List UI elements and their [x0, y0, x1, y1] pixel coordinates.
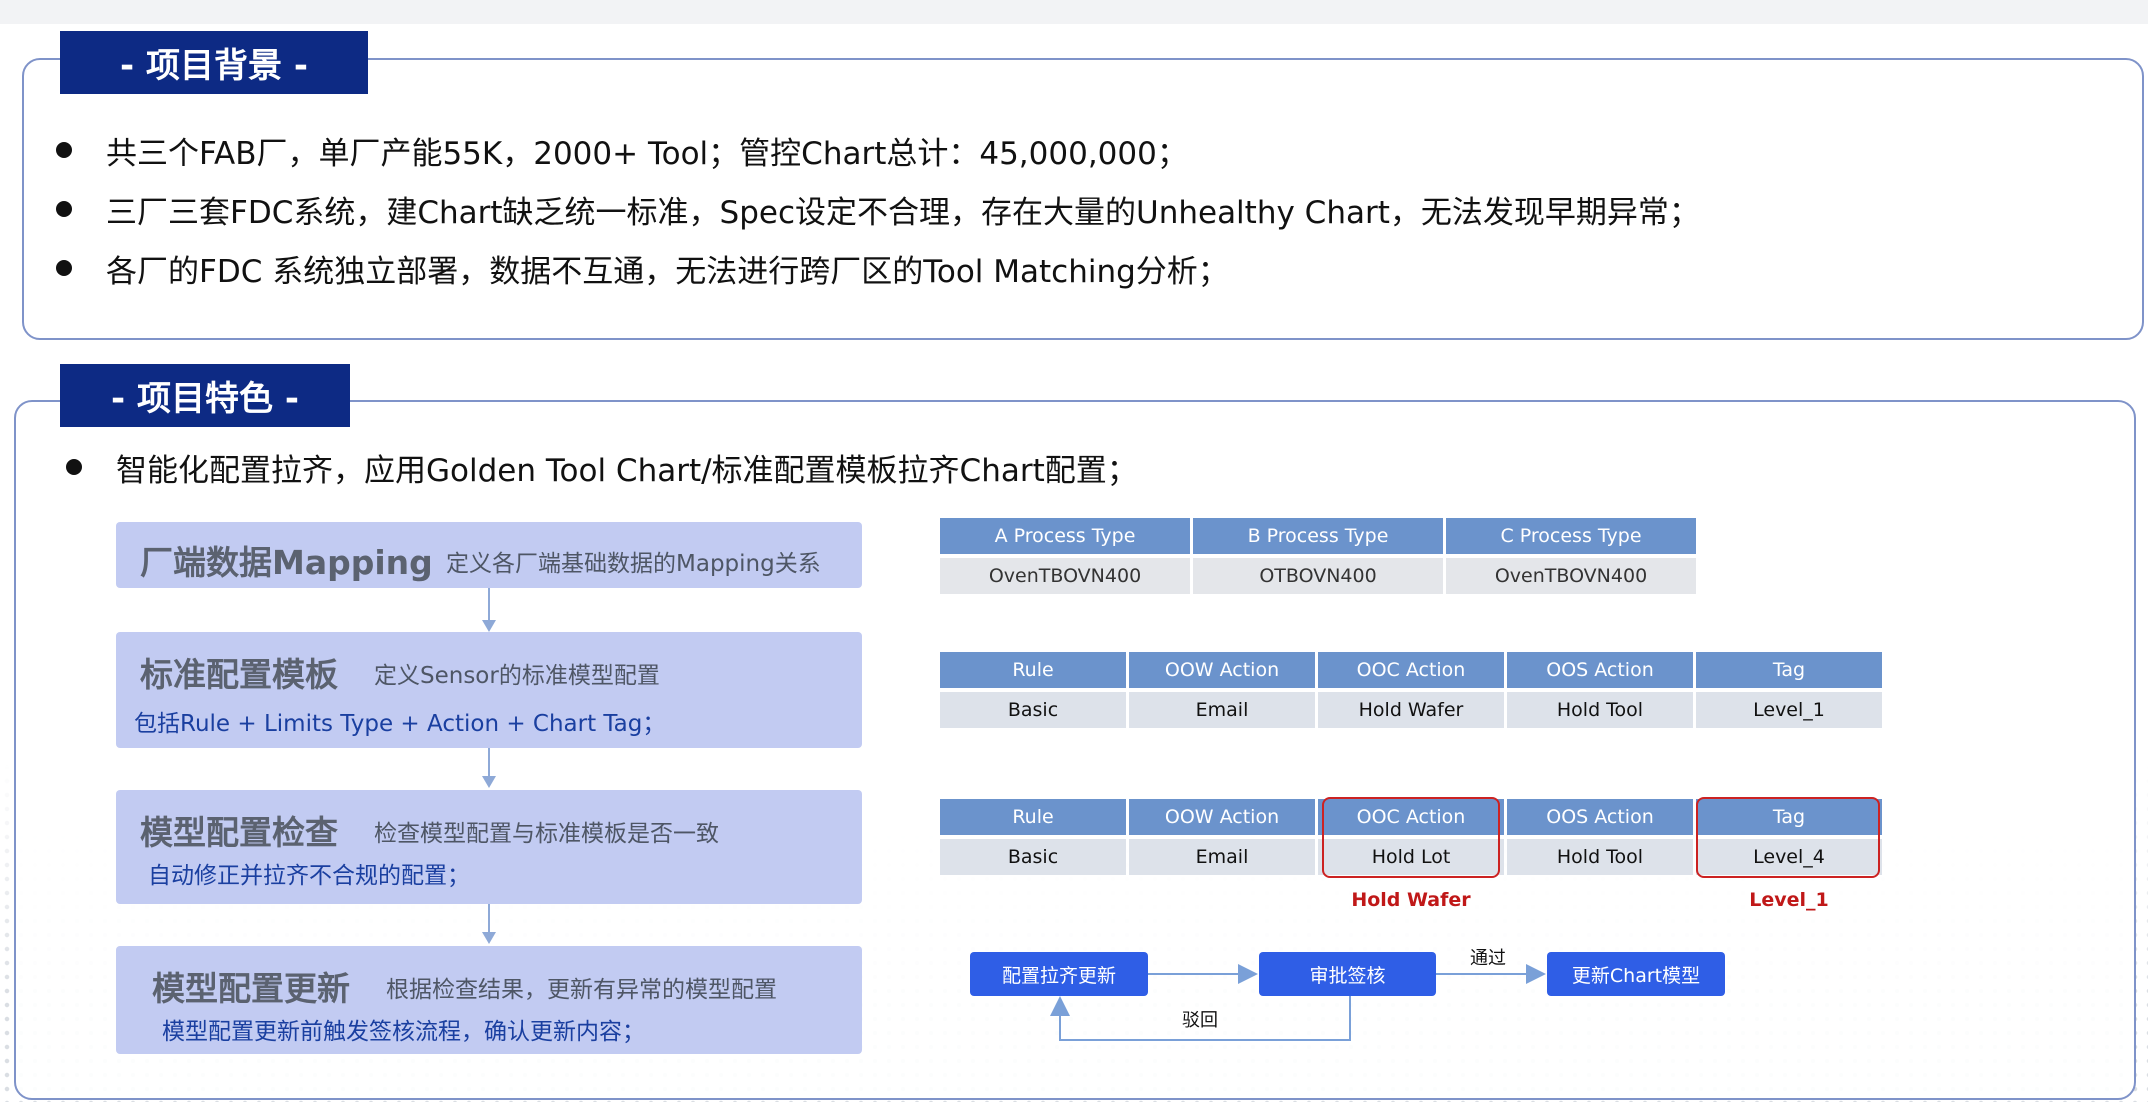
flow-step-align-update: 配置拉齐更新 — [970, 952, 1148, 996]
flow-step-approval: 审批签核 — [1259, 952, 1436, 996]
flow-pass-label: 通过 — [1470, 948, 1506, 969]
flow-reject-label: 驳回 — [1182, 1010, 1218, 1031]
approval-flow-connectors — [1050, 964, 1546, 1041]
flow-step-update-chart: 更新Chart模型 — [1547, 952, 1725, 996]
